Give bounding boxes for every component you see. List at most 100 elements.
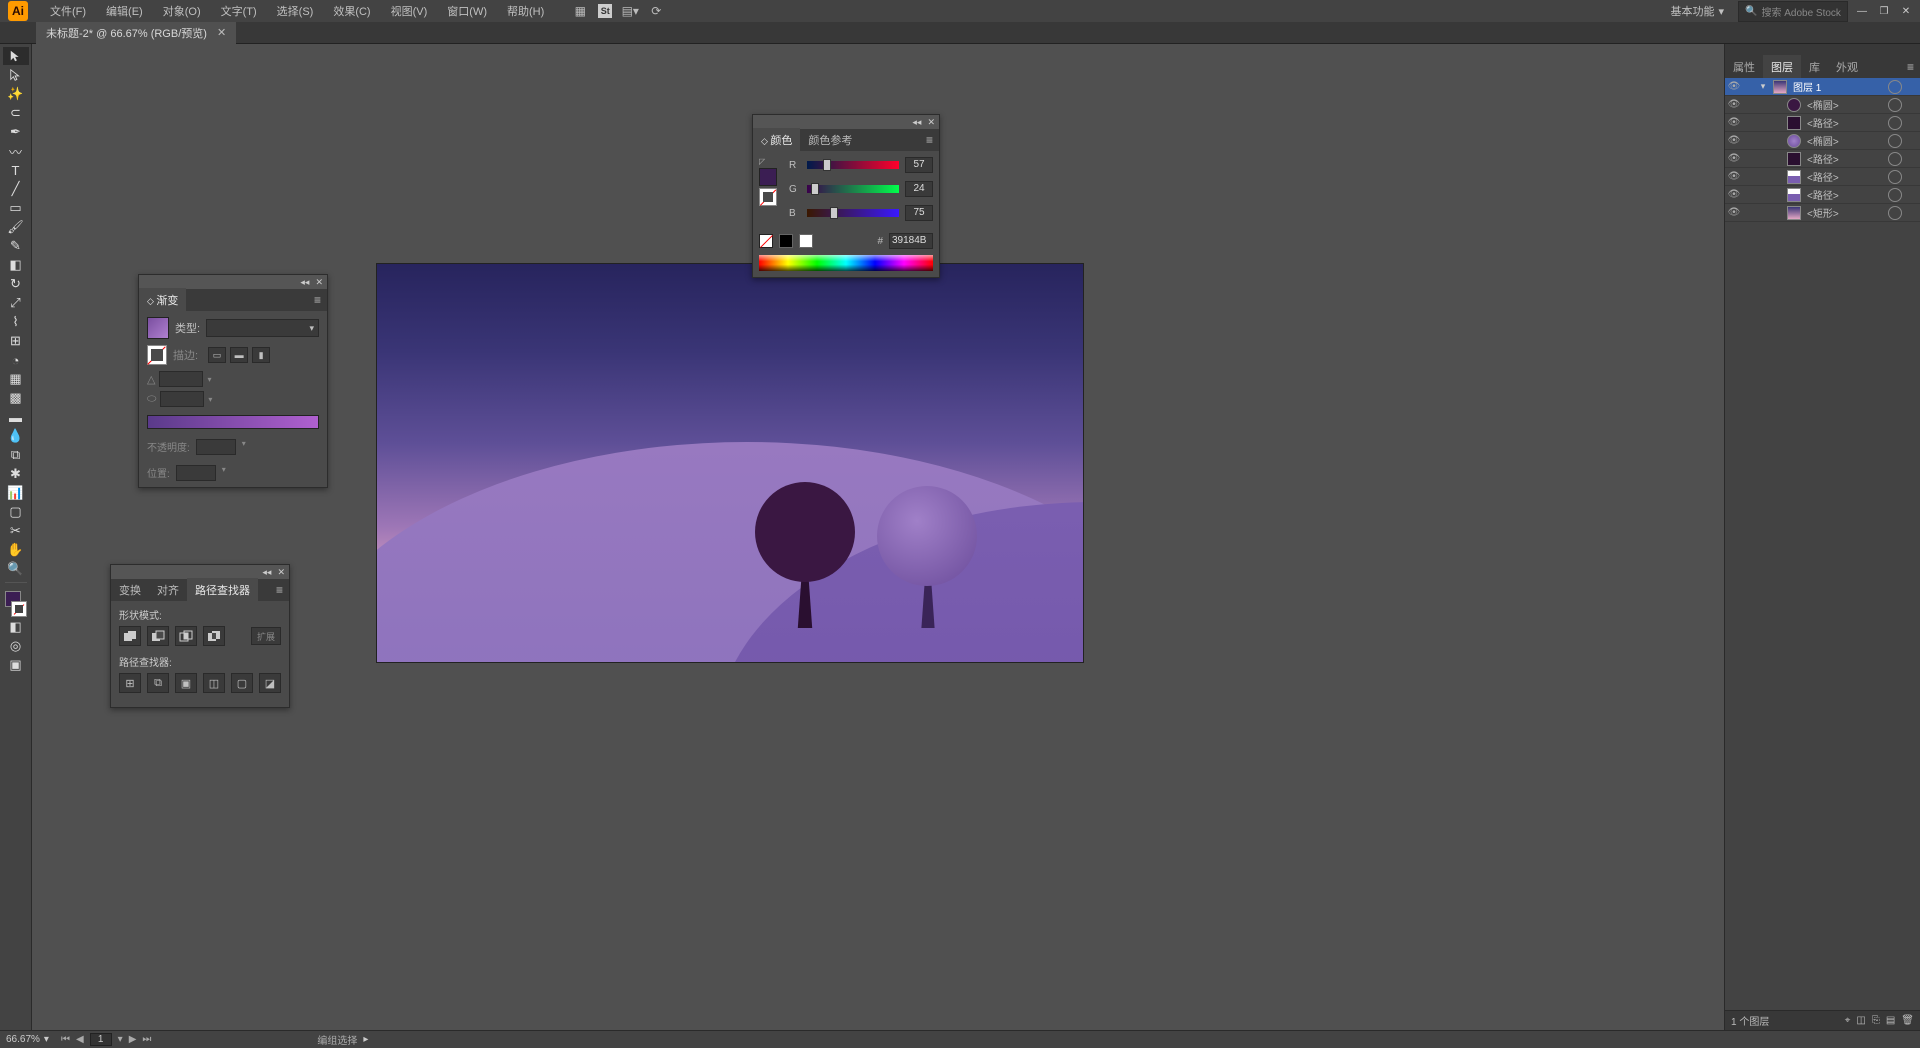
minus-front-icon[interactable] xyxy=(147,626,169,646)
visibility-toggle-icon[interactable]: 👁 xyxy=(1725,153,1743,164)
color-spectrum[interactable] xyxy=(759,255,933,271)
menu-select[interactable]: 选择(S) xyxy=(267,0,324,22)
gradient-angle-input[interactable] xyxy=(159,371,203,387)
panel-header[interactable]: ◂◂✕ xyxy=(753,115,939,129)
symbol-sprayer-tool[interactable]: ✱ xyxy=(3,465,29,483)
menu-file[interactable]: 文件(F) xyxy=(40,0,96,22)
menu-edit[interactable]: 编辑(E) xyxy=(96,0,153,22)
menu-object[interactable]: 对象(O) xyxy=(153,0,211,22)
gradient-stroke-swatch[interactable] xyxy=(147,345,167,365)
chevron-down-icon[interactable]: ▾ xyxy=(118,1034,123,1045)
none-color-swatch[interactable] xyxy=(759,234,773,248)
close-window-button[interactable]: ✕ xyxy=(1898,5,1914,17)
layer-row[interactable]: 👁<椭圆> xyxy=(1725,96,1920,114)
menu-window[interactable]: 窗口(W) xyxy=(437,0,497,22)
pathfinder-tab[interactable]: 路径查找器 xyxy=(187,578,258,602)
stroke-swatch[interactable] xyxy=(11,601,27,617)
layer-row[interactable]: 👁<矩形> xyxy=(1725,204,1920,222)
play-icon[interactable]: ▸ xyxy=(363,1034,368,1045)
artboard-tool[interactable]: ▢ xyxy=(3,503,29,521)
width-tool[interactable]: ⌇ xyxy=(3,313,29,331)
menu-help[interactable]: 帮助(H) xyxy=(497,0,554,22)
visibility-toggle-icon[interactable]: 👁 xyxy=(1725,81,1743,92)
hand-tool[interactable]: ✋ xyxy=(3,541,29,559)
target-icon[interactable] xyxy=(1888,152,1902,166)
hex-input[interactable]: 39184B xyxy=(889,233,933,249)
layer-row[interactable]: 👁<路径> xyxy=(1725,150,1920,168)
properties-tab[interactable]: 属性 xyxy=(1725,55,1763,79)
make-clipping-mask-icon[interactable]: ◫ xyxy=(1856,1015,1865,1026)
b-value[interactable]: 75 xyxy=(905,205,933,221)
visibility-toggle-icon[interactable]: 👁 xyxy=(1725,171,1743,182)
first-artboard-icon[interactable]: ⏮ xyxy=(61,1034,70,1045)
merge-icon[interactable]: ▣ xyxy=(175,673,197,693)
target-icon[interactable] xyxy=(1888,206,1902,220)
gradient-type-dropdown[interactable]: ▾ xyxy=(206,319,319,337)
visibility-toggle-icon[interactable]: 👁 xyxy=(1725,117,1743,128)
eyedropper-tool[interactable]: 💧 xyxy=(3,427,29,445)
workspace-switcher[interactable]: 基本功能 ▾ xyxy=(1662,1,1732,21)
black-swatch[interactable] xyxy=(779,234,793,248)
collapse-icon[interactable]: ◂◂ xyxy=(912,117,921,128)
appearance-tab[interactable]: 外观 xyxy=(1828,55,1866,79)
trim-icon[interactable]: ⧉ xyxy=(147,673,169,693)
prev-artboard-icon[interactable]: ◀ xyxy=(76,1034,84,1045)
magic-wand-tool[interactable]: ✨ xyxy=(3,85,29,103)
selection-tool[interactable] xyxy=(3,47,29,65)
draw-mode-icon[interactable]: ◎ xyxy=(3,637,29,655)
menu-view[interactable]: 视图(V) xyxy=(381,0,438,22)
r-slider[interactable] xyxy=(807,161,899,169)
crop-icon[interactable]: ◫ xyxy=(203,673,225,693)
zoom-tool[interactable]: 🔍 xyxy=(3,560,29,578)
scale-tool[interactable]: ⤢ xyxy=(3,294,29,312)
paintbrush-tool[interactable]: 🖌 xyxy=(3,218,29,236)
panel-menu-icon[interactable]: ≡ xyxy=(920,129,939,151)
color-mode-icon[interactable]: ◧ xyxy=(3,618,29,636)
curvature-tool[interactable]: 〰 xyxy=(3,142,29,160)
layer-row[interactable]: 👁<路径> xyxy=(1725,168,1920,186)
visibility-toggle-icon[interactable]: 👁 xyxy=(1725,189,1743,200)
color-guide-tab[interactable]: 颜色参考 xyxy=(800,128,860,152)
gradient-position-input[interactable] xyxy=(176,465,216,481)
canvas-area[interactable]: ◂◂✕ ◇ 渐变 ≡ 类型: ▾ 描边: ▭ ▬ ▮ xyxy=(32,44,1724,1030)
rectangle-tool[interactable]: ▭ xyxy=(3,199,29,217)
next-artboard-icon[interactable]: ▶ xyxy=(129,1034,137,1045)
collapse-icon[interactable]: ◂◂ xyxy=(262,567,271,578)
collapse-icon[interactable]: ◂◂ xyxy=(300,277,309,288)
line-tool[interactable]: ╱ xyxy=(3,180,29,198)
target-icon[interactable] xyxy=(1888,170,1902,184)
lasso-tool[interactable]: ⊂ xyxy=(3,104,29,122)
rotate-tool[interactable]: ↻ xyxy=(3,275,29,293)
document-tab[interactable]: 未标题-2* @ 66.67% (RGB/预览) ✕ xyxy=(36,22,236,44)
menu-type[interactable]: 文字(T) xyxy=(211,0,267,22)
gradient-tool[interactable]: ▬ xyxy=(3,408,29,426)
divide-icon[interactable]: ⊞ xyxy=(119,673,141,693)
gradient-tab[interactable]: ◇ 渐变 xyxy=(139,288,186,312)
color-tab[interactable]: ◇ 颜色 xyxy=(753,128,800,152)
slice-tool[interactable]: ✂ xyxy=(3,522,29,540)
column-graph-tool[interactable]: 📊 xyxy=(3,484,29,502)
stroke-apply-across-icon[interactable]: ▮ xyxy=(252,347,270,363)
artboard-number[interactable]: 1 xyxy=(90,1033,112,1046)
color-fill-swatch[interactable] xyxy=(759,168,777,186)
close-icon[interactable]: ✕ xyxy=(315,277,323,288)
shape-builder-tool[interactable]: ◔ xyxy=(3,351,29,369)
gradient-aspect-input[interactable] xyxy=(160,391,204,407)
panel-menu-icon[interactable]: ≡ xyxy=(308,289,327,311)
eraser-tool[interactable]: ◧ xyxy=(3,256,29,274)
delete-layer-icon[interactable]: 🗑 xyxy=(1901,1015,1914,1026)
target-icon[interactable] xyxy=(1888,116,1902,130)
stock-icon[interactable]: St xyxy=(598,4,612,18)
screen-mode-icon[interactable]: ▣ xyxy=(3,656,29,674)
unite-icon[interactable] xyxy=(119,626,141,646)
direct-selection-tool[interactable] xyxy=(3,66,29,84)
color-stroke-swatch[interactable] xyxy=(759,188,777,206)
layer-row[interactable]: 👁▾图层 1 xyxy=(1725,78,1920,96)
close-icon[interactable]: ✕ xyxy=(277,567,285,578)
menu-effect[interactable]: 效果(C) xyxy=(323,0,380,22)
panel-menu-icon[interactable]: ≡ xyxy=(270,579,289,601)
bridge-icon[interactable]: ▦ xyxy=(572,3,588,19)
target-icon[interactable] xyxy=(1888,98,1902,112)
gpu-icon[interactable]: ⟳ xyxy=(648,3,664,19)
white-swatch[interactable] xyxy=(799,234,813,248)
